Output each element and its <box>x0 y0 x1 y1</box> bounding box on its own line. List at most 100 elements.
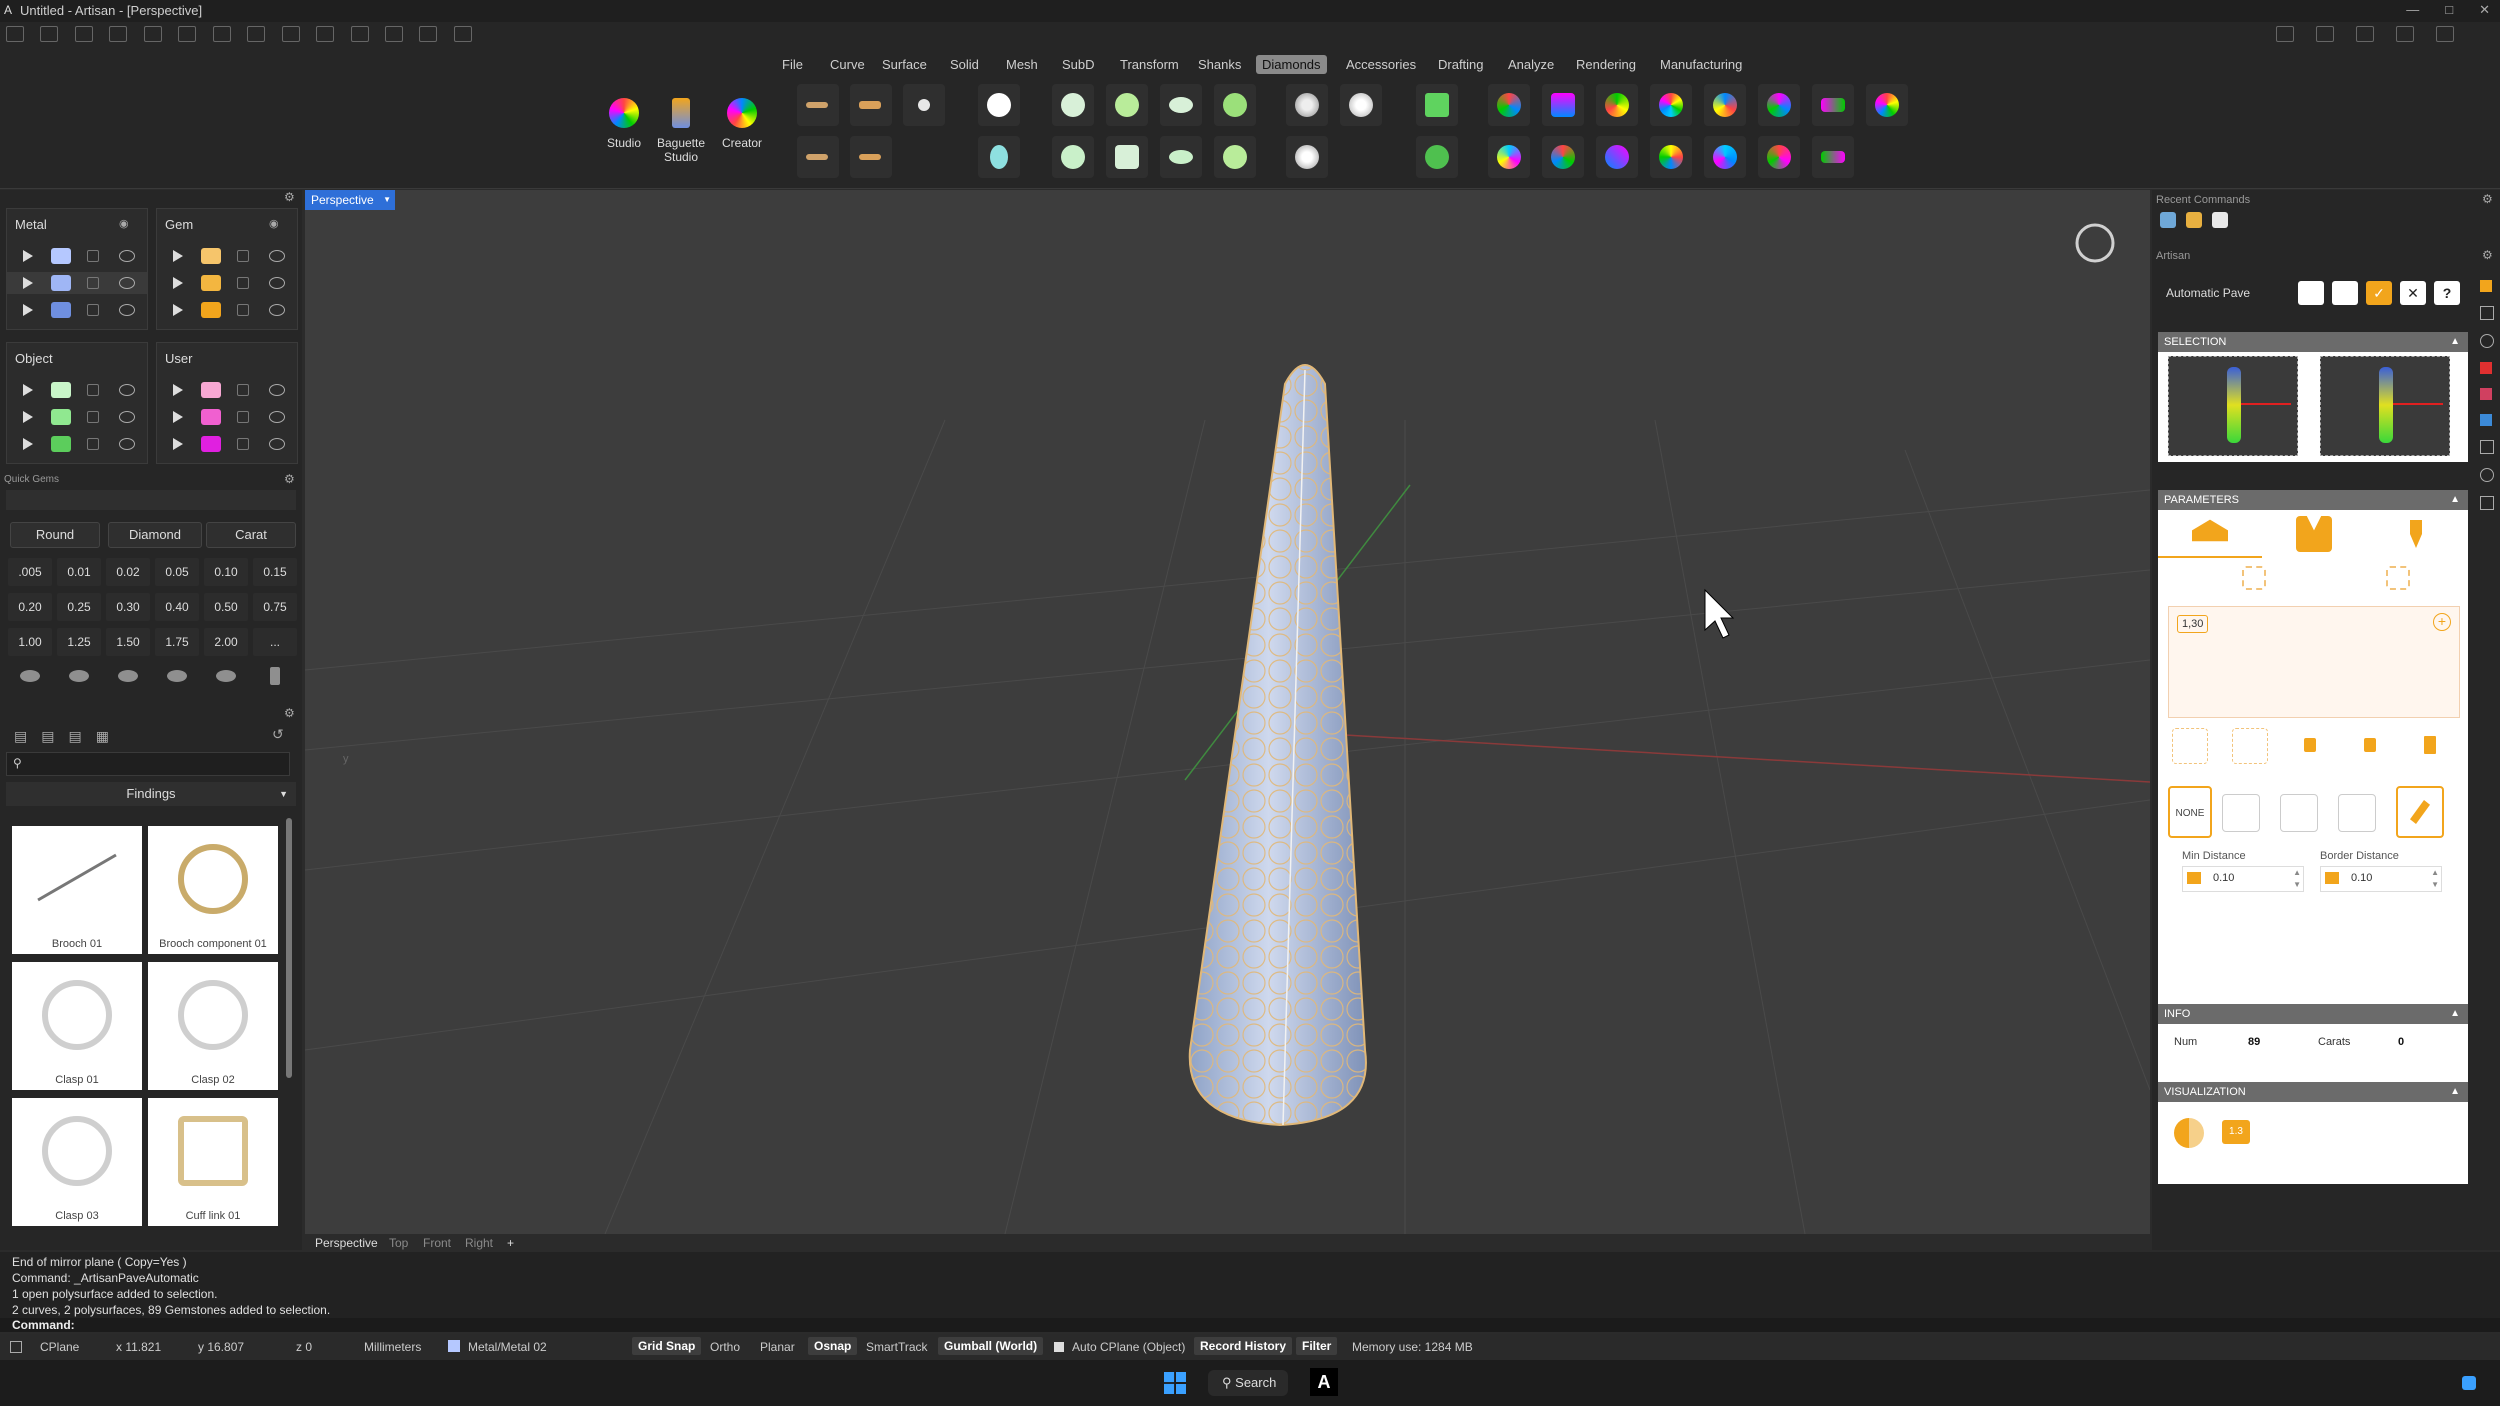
gem-size-button[interactable]: .005 <box>8 558 52 586</box>
osnap-toggle[interactable]: Osnap <box>808 1337 858 1355</box>
gem-ring-button[interactable] <box>1758 136 1800 178</box>
save-small-icon[interactable] <box>281 26 300 42</box>
layer-row[interactable] <box>7 299 147 321</box>
layer-row[interactable] <box>157 379 297 401</box>
gem-size-button[interactable]: ... <box>253 628 297 656</box>
library-tab-icon[interactable] <box>2480 414 2492 426</box>
confirm-icon[interactable]: ✓ <box>2366 281 2392 305</box>
perspective-viewport[interactable]: y <box>305 190 2150 1234</box>
gem-cluster-button[interactable] <box>1340 84 1382 126</box>
save-as-icon[interactable] <box>247 26 266 42</box>
stepper-icon[interactable]: ▲ ▼ <box>2293 867 2301 891</box>
pave-rail-button[interactable] <box>850 84 892 126</box>
layers-icon[interactable] <box>316 26 335 42</box>
gem-size-button[interactable]: 0.75 <box>253 593 297 621</box>
prong-setting-button[interactable] <box>1052 84 1094 126</box>
layer-color-swatch[interactable] <box>201 248 221 264</box>
add-size-icon[interactable]: + <box>2433 613 2451 631</box>
eye-icon[interactable] <box>119 411 135 423</box>
visual-toggle-icon[interactable] <box>2174 1118 2204 1148</box>
gem-cut-button[interactable] <box>204 662 248 690</box>
gem-size-chip[interactable]: 1,30 <box>2177 615 2209 633</box>
creator-button[interactable]: Creator <box>716 84 768 184</box>
lock-icon[interactable] <box>2292 728 2328 764</box>
gem-color-button[interactable] <box>1488 84 1530 126</box>
gear-icon[interactable]: ⚙ <box>2482 192 2493 206</box>
pave-double-button[interactable] <box>850 136 892 178</box>
user-icon[interactable] <box>2396 26 2414 42</box>
eye-icon[interactable] <box>269 384 285 396</box>
play-icon[interactable] <box>173 277 183 289</box>
gem-size-list[interactable]: 1,30 + <box>2168 606 2460 718</box>
library-item[interactable]: Clasp 03 <box>12 1098 142 1226</box>
layer-color-swatch[interactable] <box>51 302 71 318</box>
auto-cplane-toggle[interactable]: Auto CPlane (Object) <box>1072 1340 1185 1354</box>
info-icon[interactable] <box>2316 26 2334 42</box>
import-icon[interactable] <box>109 26 128 42</box>
tab-drafting[interactable]: Drafting <box>1432 55 1490 74</box>
gem-fan-button[interactable] <box>1812 84 1854 126</box>
parameters-header[interactable]: PARAMETERS ▲ <box>2158 490 2468 510</box>
play-icon[interactable] <box>173 438 183 450</box>
layer-color-swatch[interactable] <box>51 382 71 398</box>
min-distance-input[interactable]: 0.10 ▲ ▼ <box>2182 866 2304 892</box>
auto-spacing-icon[interactable] <box>2386 566 2410 590</box>
basket-setting-button[interactable] <box>1106 136 1148 178</box>
cancel-icon[interactable]: ✕ <box>2400 281 2426 305</box>
library-item[interactable]: Clasp 01 <box>12 962 142 1090</box>
gem-size-button[interactable]: 1.25 <box>57 628 101 656</box>
gem-size-button[interactable]: 0.20 <box>8 593 52 621</box>
command-input[interactable]: Command: <box>0 1318 2500 1332</box>
add-folder-icon[interactable]: ▤ <box>41 728 68 744</box>
layer-row[interactable] <box>7 272 147 294</box>
unlock-icon[interactable] <box>2352 728 2388 764</box>
stepper-icon[interactable]: ▲ ▼ <box>2431 867 2439 891</box>
selection-curve-thumbnail[interactable] <box>2320 356 2450 456</box>
layer-row[interactable] <box>157 299 297 321</box>
layer-color-swatch[interactable] <box>51 436 71 452</box>
gem-cut-button[interactable] <box>57 662 101 690</box>
prong-pattern-icon[interactable] <box>2222 794 2260 832</box>
info-header[interactable]: INFO ▲ <box>2158 1004 2468 1024</box>
new-template-icon[interactable] <box>40 26 59 42</box>
play-icon[interactable] <box>23 384 33 396</box>
gem-size-button[interactable]: 0.02 <box>106 558 150 586</box>
cluster-setting-button[interactable] <box>1214 84 1256 126</box>
gem-spectrum-button[interactable] <box>1650 84 1692 126</box>
play-icon[interactable] <box>23 411 33 423</box>
panel-icon[interactable] <box>2276 26 2294 42</box>
gem-grid-button[interactable] <box>1286 136 1328 178</box>
eye-icon[interactable] <box>269 411 285 423</box>
pave-curve-button[interactable] <box>797 136 839 178</box>
gem-path-button[interactable] <box>1596 136 1638 178</box>
layer-color-swatch[interactable] <box>51 248 71 264</box>
layer-color-swatch[interactable] <box>201 302 221 318</box>
grid-snap-toggle[interactable]: Grid Snap <box>632 1337 702 1355</box>
distribute-alt-icon[interactable] <box>2232 728 2268 764</box>
checkbox-icon[interactable] <box>1054 1342 1064 1352</box>
pave-cross-button[interactable] <box>903 84 945 126</box>
gem-size-button[interactable]: 0.50 <box>204 593 248 621</box>
tab-surface[interactable]: Surface <box>876 55 933 74</box>
round-gem-button[interactable] <box>978 84 1020 126</box>
gem-tab-icon[interactable] <box>2480 362 2492 374</box>
tab-accessories[interactable]: Accessories <box>1340 55 1422 74</box>
layer-row[interactable] <box>7 245 147 267</box>
gear-icon[interactable]: ⚙ <box>2482 248 2493 262</box>
play-icon[interactable] <box>23 304 33 316</box>
star-setting-button[interactable] <box>1214 136 1256 178</box>
layer-color-swatch[interactable] <box>201 275 221 291</box>
play-icon[interactable] <box>23 250 33 262</box>
gem-size-button[interactable]: 0.30 <box>106 593 150 621</box>
library-item[interactable]: Brooch 01 <box>12 826 142 954</box>
gumball-toggle[interactable]: Gumball (World) <box>938 1337 1044 1355</box>
recent-command-icon[interactable] <box>2186 212 2202 228</box>
ortho-toggle[interactable]: Ortho <box>710 1340 740 1354</box>
minimize-icon[interactable]: — <box>2406 2 2419 18</box>
tab-shanks[interactable]: Shanks <box>1192 55 1247 74</box>
navigation-ring-icon[interactable] <box>2075 223 2115 263</box>
viewport-title-tab[interactable]: Perspective ▼ <box>305 190 395 210</box>
gem-cut-button[interactable] <box>155 662 199 690</box>
oval-gem-button[interactable] <box>978 136 1020 178</box>
distribute-icon[interactable] <box>2172 728 2208 764</box>
